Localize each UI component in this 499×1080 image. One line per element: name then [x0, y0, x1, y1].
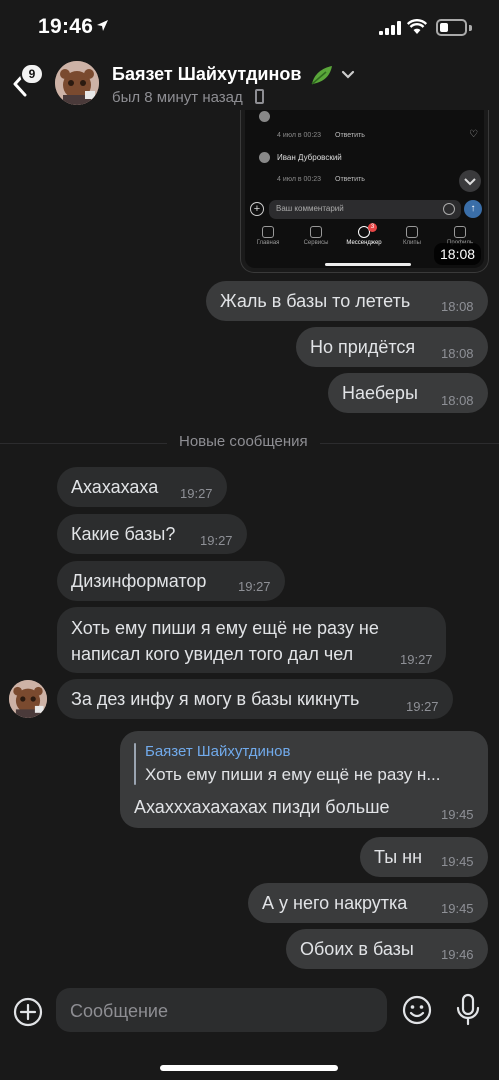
message-bubble-out[interactable]: Жаль в базы то лететь 18:08 — [206, 281, 488, 321]
back-button[interactable]: 9 — [8, 63, 44, 103]
message-input[interactable]: Сообщение — [56, 988, 387, 1032]
message-text: За дез инфу я могу в базы кикнуть — [71, 689, 360, 709]
message-text: Дизинформатор — [71, 571, 207, 591]
comment-avatar — [259, 152, 270, 163]
message-text: Ахахххахахахах пизди больше — [134, 797, 390, 817]
message-bubble-in[interactable]: За дез инфу я могу в базы кикнуть 19:27 — [57, 679, 453, 719]
location-arrow-icon — [97, 20, 108, 31]
sender-avatar[interactable] — [9, 680, 47, 718]
comment-author: Иван Дубровский — [277, 153, 342, 162]
attach-plus-icon[interactable] — [13, 997, 43, 1027]
wifi-icon — [407, 19, 427, 34]
message-text: Жаль в базы то лететь — [220, 291, 411, 311]
avatar-image — [55, 61, 99, 105]
message-text: А у него накрутка — [262, 893, 408, 913]
unread-badge: 9 — [20, 63, 44, 85]
battery-icon — [436, 19, 467, 36]
status-time: 19:46 — [38, 15, 94, 38]
chat-header: 9 Баязет Шайхутдинов был 8 минут назад — [0, 54, 499, 114]
message-composer: Сообщение — [0, 985, 499, 1080]
screenshot-home-indicator — [325, 263, 411, 266]
avatar-image — [9, 680, 47, 718]
comment-reply-link: Ответить — [335, 176, 365, 183]
tab-home: Главная — [245, 226, 291, 246]
message-text: Обоих в базы — [300, 939, 414, 959]
message-bubble-in[interactable]: Ахахахаха 19:27 — [57, 467, 227, 507]
heart-icon: ♡ — [469, 129, 478, 140]
tab-services: Сервисы — [293, 226, 339, 246]
message-text: Какие базы? — [71, 524, 176, 544]
home-icon — [262, 226, 274, 238]
message-bubble-in[interactable]: Какие базы? 19:27 — [57, 514, 247, 554]
cellular-signal-icon — [379, 21, 401, 35]
message-placeholder: Сообщение — [70, 1001, 168, 1021]
comment-placeholder: Ваш комментарий — [276, 204, 344, 213]
message-bubble-out[interactable]: Обоих в базы 19:46 — [286, 929, 488, 969]
emoji-icon — [443, 203, 455, 215]
message-time: 19:46 — [441, 947, 474, 962]
message-time: 19:45 — [441, 854, 474, 869]
messenger-badge: 3 — [368, 223, 377, 232]
message-bubble-out[interactable]: Но придётся 18:08 — [296, 327, 488, 367]
comment-date: 4 июл в 00:23 — [277, 176, 322, 183]
avatar[interactable] — [55, 61, 99, 105]
services-icon — [310, 226, 322, 238]
chat-title[interactable]: Баязет Шайхутдинов — [112, 64, 301, 85]
leaf-emoji-icon — [311, 66, 332, 85]
emoji-icon[interactable] — [402, 995, 432, 1025]
comment-date: 4 июл в 00:23 — [277, 132, 322, 139]
message-time: 19:27 — [406, 699, 439, 714]
new-messages-label: Новые сообщения — [167, 433, 320, 450]
message-time: 19:45 — [441, 807, 474, 822]
comment-add-icon: + — [250, 202, 264, 216]
chevron-down-icon[interactable] — [341, 70, 355, 79]
message-bubble-out[interactable]: А у него накрутка 19:45 — [248, 883, 488, 923]
clips-icon — [406, 226, 418, 238]
message-text: Ты нн — [374, 847, 423, 867]
quote-bar — [134, 743, 136, 785]
message-bubble-out[interactable]: Ты нн 19:45 — [360, 837, 488, 877]
message-text: Но придётся — [310, 337, 416, 357]
message-time: 18:08 — [441, 299, 474, 314]
image-timestamp: 18:08 — [434, 243, 482, 265]
message-time: 19:45 — [441, 901, 474, 916]
mobile-device-icon — [255, 89, 264, 104]
comment-reply-link: Ответить — [335, 132, 365, 139]
tab-messenger: 3 Мессенджер — [346, 223, 382, 246]
send-icon: ↑ — [464, 200, 482, 218]
message-time: 19:27 — [180, 486, 213, 501]
quoted-text[interactable]: Хоть ему пиши я ему ещё не разу н... — [145, 765, 440, 785]
message-time: 18:08 — [441, 346, 474, 361]
reply-message-bubble[interactable]: Баязет Шайхутдинов Хоть ему пиши я ему е… — [120, 731, 488, 828]
message-text-line: написал кого увидел того дал чел — [71, 644, 354, 664]
message-time: 19:27 — [400, 652, 433, 667]
tab-clips: Клипы — [389, 226, 435, 246]
message-text: Наеберы — [342, 383, 418, 403]
message-text: Ахахахаха — [71, 477, 159, 497]
message-time: 18:08 — [441, 393, 474, 408]
home-indicator — [160, 1065, 338, 1071]
message-bubble-in[interactable]: Дизинформатор 19:27 — [57, 561, 285, 601]
message-time: 19:27 — [238, 579, 271, 594]
microphone-icon[interactable] — [455, 993, 481, 1027]
comment-avatar — [259, 111, 270, 122]
message-text-line: Хоть ему пиши я ему ещё не разу не — [71, 618, 379, 638]
status-bar: 19:46 — [0, 0, 499, 54]
message-time: 19:27 — [200, 533, 233, 548]
quoted-author[interactable]: Баязет Шайхутдинов — [145, 743, 290, 760]
last-seen-status: был 8 минут назад — [112, 89, 243, 106]
message-bubble-in[interactable]: Хоть ему пиши я ему ещё не разу не напис… — [57, 607, 446, 673]
scroll-down-icon — [459, 170, 481, 192]
comment-input: Ваш комментарий — [269, 200, 461, 219]
profile-icon — [454, 226, 466, 238]
message-bubble-out[interactable]: Наеберы 18:08 — [328, 373, 488, 413]
battery-tip — [469, 25, 472, 31]
